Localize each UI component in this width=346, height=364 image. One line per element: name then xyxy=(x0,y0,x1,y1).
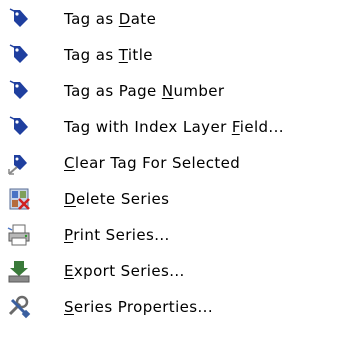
menu-item-clear-tag[interactable]: Clear Tag For Selected xyxy=(0,145,346,181)
clear-tag-icon xyxy=(8,155,27,175)
menu-item-label: Delete Series xyxy=(64,190,170,208)
delete-series-icon xyxy=(9,188,30,210)
context-menu: Tag as Date Tag as Title Tag as Page Num… xyxy=(0,0,346,364)
export-icon xyxy=(8,261,30,283)
menu-item-export-series[interactable]: Export Series... xyxy=(0,253,346,289)
menu-item-print-series[interactable]: Print Series... xyxy=(0,217,346,253)
tag-icon xyxy=(9,80,28,99)
menu-item-delete-series[interactable]: Delete Series xyxy=(0,181,346,217)
menu-item-tag-as-title[interactable]: Tag as Title xyxy=(0,37,346,73)
menu-item-series-properties[interactable]: Series Properties... xyxy=(0,289,346,325)
menu-item-label: Export Series... xyxy=(64,262,185,280)
tag-icon xyxy=(9,8,28,27)
menu-item-label: Series Properties... xyxy=(64,298,214,316)
menu-item-label: Tag as Title xyxy=(64,46,153,64)
menu-item-tag-as-date[interactable]: Tag as Date xyxy=(0,1,346,37)
tag-icon xyxy=(9,116,28,135)
print-icon xyxy=(7,224,30,246)
properties-icon xyxy=(8,295,31,319)
tag-icon xyxy=(9,44,28,63)
menu-item-label: Tag as Date xyxy=(64,10,157,28)
menu-item-tag-with-index-layer-field[interactable]: Tag with Index Layer Field... xyxy=(0,109,346,145)
menu-item-label: Print Series... xyxy=(64,226,170,244)
menu-item-tag-as-page-number[interactable]: Tag as Page Number xyxy=(0,73,346,109)
menu-item-label: Clear Tag For Selected xyxy=(64,154,241,172)
menu-item-label: Tag as Page Number xyxy=(64,82,225,100)
menu-item-label: Tag with Index Layer Field... xyxy=(64,118,284,136)
